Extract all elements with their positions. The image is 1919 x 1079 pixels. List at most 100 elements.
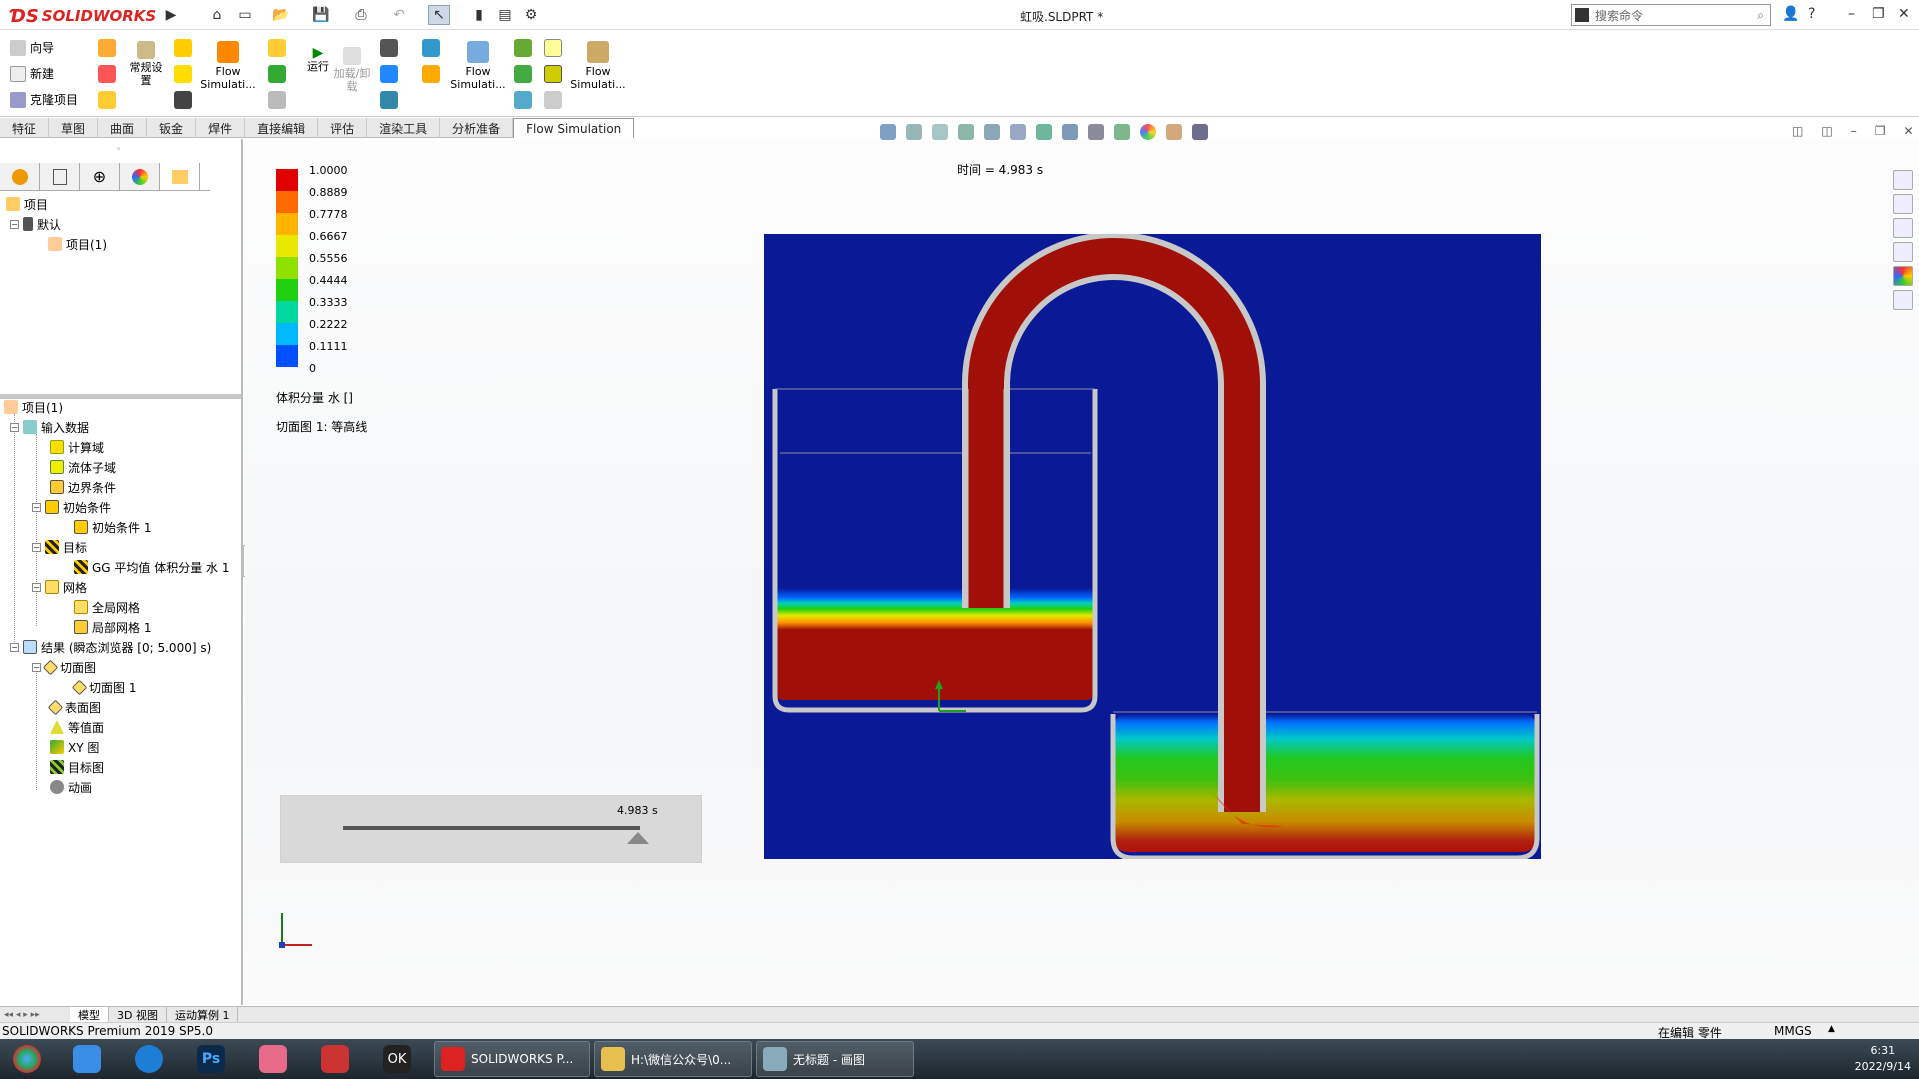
tree-item-root-project[interactable]: 项目 — [6, 195, 48, 213]
rebuild-icon[interactable]: ▮ — [468, 5, 490, 25]
flow-simulation-button-1[interactable]: Flow Simulati... — [198, 41, 258, 91]
tab-flow-simulation[interactable]: Flow Simulation — [513, 118, 635, 138]
tab-weldments[interactable]: 焊件 — [196, 118, 246, 138]
tab-features[interactable]: 特征 — [0, 118, 50, 138]
previous-view-icon[interactable] — [958, 124, 974, 140]
lightbulb-icon[interactable] — [544, 39, 562, 57]
tab-3d-views[interactable]: 3D 视图 — [109, 1006, 167, 1023]
search-commands-box[interactable]: 搜索命令 ⌕ — [1571, 4, 1771, 26]
tab-surfaces[interactable]: 曲面 — [98, 118, 148, 138]
taskbar-app-photoshop[interactable]: Ps — [186, 1042, 236, 1076]
minimize-icon[interactable]: – — [1848, 6, 1855, 22]
taskbar-app-edge[interactable] — [124, 1042, 174, 1076]
tree-item-goal-1[interactable]: GG 平均值 体积分量 水 1 — [74, 558, 230, 576]
tab-scroll-arrows[interactable]: ◂◂ ◂ ▸ ▸▸ — [0, 1010, 70, 1020]
tree-item-results[interactable]: − 结果 (瞬态浏览器 [0; 5.000] s) — [10, 638, 211, 656]
tab-sketch[interactable]: 草图 — [49, 118, 99, 138]
solidworks-logo[interactable]: ƊS SOLIDWORKS — [10, 4, 156, 28]
new-project-button[interactable]: 新建 — [10, 65, 54, 82]
tab-analysis-prep[interactable]: 分析准备 — [440, 118, 514, 138]
view-settings-icon[interactable] — [1166, 124, 1182, 140]
apply-scene-icon[interactable] — [1140, 124, 1156, 140]
display-results-icon[interactable] — [544, 65, 562, 83]
design-library-icon[interactable] — [1893, 194, 1913, 214]
display-style-icon[interactable] — [1062, 124, 1078, 140]
cut-plot-icon[interactable] — [380, 39, 398, 57]
monitor-display-icon[interactable] — [1192, 124, 1208, 140]
computational-domain-icon[interactable] — [174, 39, 192, 57]
collapse-toggle[interactable]: − — [32, 502, 41, 512]
goal-plot-icon[interactable] — [514, 65, 532, 83]
goal-flag-icon[interactable] — [174, 91, 192, 109]
hide-show-items-icon[interactable] — [1088, 124, 1104, 140]
unit-menu-arrow-icon[interactable]: ▲ — [1828, 1024, 1835, 1034]
view-palette-icon[interactable] — [1893, 242, 1913, 262]
unit-system[interactable]: MMGS — [1774, 1024, 1812, 1038]
clone-project-button[interactable]: 克隆项目 — [10, 91, 78, 108]
tree-item-initial-condition-1[interactable]: 初始条件 1 — [74, 518, 151, 536]
system-tray-clock[interactable]: 6:31 2022/9/14 — [1855, 1043, 1911, 1075]
collapse-toggle[interactable]: − — [10, 642, 19, 652]
time-slider-thumb[interactable] — [627, 832, 649, 844]
tree-item-animations[interactable]: 动画 — [50, 778, 92, 796]
resources-home-icon[interactable] — [1893, 170, 1913, 190]
taskbar-window-paint[interactable]: 无标题 - 画图 — [756, 1041, 914, 1077]
home-icon[interactable]: ⌂ — [206, 5, 228, 25]
undo-icon[interactable]: ↶ — [388, 5, 410, 25]
time-slider-track[interactable] — [343, 826, 640, 830]
surface-plot-icon[interactable] — [380, 91, 398, 109]
print-icon[interactable]: ⎙ — [350, 5, 372, 25]
flow-simulation-button-2[interactable]: Flow Simulati... — [448, 41, 508, 91]
tree-item-mesh[interactable]: − 网格 — [32, 578, 87, 596]
tab-sheet-metal[interactable]: 钣金 — [147, 118, 197, 138]
solver-icon[interactable] — [268, 65, 286, 83]
collapse-toggle[interactable]: − — [10, 422, 19, 432]
isosurface-icon[interactable] — [422, 39, 440, 57]
collapse-toggle[interactable]: − — [32, 582, 41, 592]
tile-right-icon[interactable]: ◫ — [1821, 124, 1832, 138]
property-manager-tab[interactable] — [40, 163, 80, 190]
file-properties-icon[interactable]: ▤ — [494, 5, 516, 25]
mesh-icon[interactable] — [268, 39, 286, 57]
taskbar-app-pinned-5[interactable] — [310, 1042, 360, 1076]
appearances-icon[interactable] — [1893, 266, 1913, 286]
tree-item-local-mesh-1[interactable]: 局部网格 1 — [74, 618, 151, 636]
taskbar-window-solidworks[interactable]: SOLIDWORKS P... — [434, 1041, 590, 1077]
calculator-icon[interactable] — [98, 65, 116, 83]
cut-plot-view[interactable] — [764, 234, 1541, 859]
tree-item-initial-conditions[interactable]: − 初始条件 — [32, 498, 111, 516]
collapse-toggle[interactable]: − — [32, 662, 41, 672]
taskbar-app-pinned-4[interactable] — [248, 1042, 298, 1076]
search-icon[interactable]: ⌕ — [1757, 8, 1764, 23]
select-pointer-icon[interactable]: ↖ — [428, 5, 450, 25]
tree-item-computational-domain[interactable]: 计算域 — [50, 438, 104, 456]
load-unload-button[interactable]: 加载/卸 载 — [322, 47, 382, 93]
tree-item-fluid-subdomains[interactable]: 流体子域 — [50, 458, 116, 476]
taskbar-window-explorer[interactable]: H:\微信公众号\0... — [594, 1041, 752, 1077]
display-manager-tab[interactable] — [120, 163, 160, 190]
tree-item-boundary-conditions[interactable]: 边界条件 — [50, 478, 116, 496]
tab-render-tools[interactable]: 渲染工具 — [367, 118, 441, 138]
tree-item-project-1[interactable]: 项目(1) — [48, 235, 107, 253]
batch-icon[interactable] — [268, 91, 286, 109]
view-cube-icon[interactable] — [1036, 124, 1052, 140]
tree-item-xy-plots[interactable]: XY 图 — [50, 738, 99, 756]
help-icon[interactable]: ? — [1808, 6, 1815, 22]
flow-trajectory-icon[interactable] — [422, 65, 440, 83]
tab-motion-study[interactable]: 运动算例 1 — [167, 1006, 239, 1023]
tree-item-global-mesh[interactable]: 全局网格 — [74, 598, 140, 616]
dynamic-annotation-icon[interactable] — [1010, 124, 1026, 140]
save-results-icon[interactable] — [380, 65, 398, 83]
tree-item-surface-plots[interactable]: 表面图 — [47, 698, 101, 716]
flow-simulation-button-3[interactable]: Flow Simulati... — [568, 41, 628, 91]
tree-item-default[interactable]: − 默认 — [10, 215, 61, 233]
edit-appearance-icon[interactable] — [1114, 124, 1130, 140]
tree-item-isosurfaces[interactable]: 等值面 — [50, 718, 104, 736]
tree-item-cut-plot-1[interactable]: 切面图 1 — [71, 678, 136, 696]
tab-evaluate[interactable]: 评估 — [318, 118, 368, 138]
file-explorer-icon[interactable] — [1893, 218, 1913, 238]
tab-model[interactable]: 模型 — [70, 1006, 109, 1023]
taskbar-app-pinned-6[interactable]: OK — [372, 1042, 422, 1076]
tree-item-goal-plots[interactable]: 目标图 — [50, 758, 104, 776]
collapse-toggle[interactable]: − — [10, 219, 19, 229]
